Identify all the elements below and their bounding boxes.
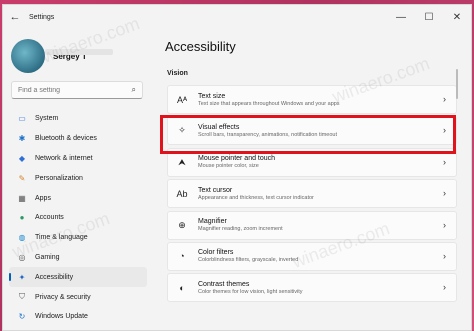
apps-icon: ▦ — [18, 193, 26, 203]
brush-icon: ✎ — [18, 173, 26, 183]
card-title: Color filters — [198, 249, 234, 257]
sidebar-item-label: Apps — [35, 194, 51, 202]
settings-window: ← Settings — ☐ ✕ Sergey T ⌕ ▭ System ✱ Blue… — [2, 4, 472, 331]
chevron-right-icon: › — [443, 282, 446, 293]
sidebar-item-bluetooth-devices[interactable]: ✱ Bluetooth & devices — [9, 129, 147, 149]
card-title: Text cursor — [198, 186, 233, 194]
setting-card-text-cursor[interactable]: Ab Text cursor Appearance and thickness, t… — [167, 179, 457, 209]
card-description: Color themes for low vision, light sensi… — [198, 288, 303, 295]
sidebar-item-network-internet[interactable]: ◆ Network & internet — [9, 149, 147, 169]
card-title: Magnifier — [198, 218, 227, 226]
sidebar-item-label: Bluetooth & devices — [35, 135, 97, 143]
setting-card-magnifier[interactable]: ⊕ Magnifier Magnifier reading, zoom increm… — [167, 210, 457, 240]
search-icon: ⌕ — [131, 85, 136, 94]
user-profile[interactable]: Sergey T — [11, 39, 87, 73]
settings-list: Aᴬ Text size Text size that appears throug… — [167, 85, 457, 305]
setting-card-mouse-pointer-and-touch[interactable]: ⮝ Mouse pointer and touch Mouse pointer co… — [167, 147, 457, 177]
text-size-icon: Aᴬ — [176, 94, 188, 105]
chevron-right-icon: › — [443, 125, 446, 136]
sidebar-item-label: Privacy & security — [35, 293, 91, 301]
card-description: Mouse pointer color, size — [198, 163, 259, 170]
gaming-icon: ◎ — [18, 252, 26, 262]
card-title: Mouse pointer and touch — [198, 155, 276, 163]
accounts-icon: ● — [19, 213, 25, 223]
sidebar-item-label: Time & language — [35, 234, 88, 242]
bluetooth-icon: ✱ — [18, 134, 26, 144]
close-button[interactable]: ✕ — [443, 5, 471, 29]
update-icon: ↻ — [18, 312, 26, 322]
scrollbar[interactable] — [456, 69, 458, 99]
sidebar-item-label: Windows Update — [35, 313, 88, 321]
card-description: Colorblindness filters, grayscale, inver… — [198, 257, 299, 264]
user-email-redacted — [45, 49, 113, 55]
avatar[interactable] — [11, 39, 45, 73]
chevron-right-icon: › — [443, 250, 446, 261]
chevron-right-icon: › — [443, 94, 446, 104]
color-filters-icon: ◔ — [179, 251, 185, 262]
sidebar-item-time-language[interactable]: ◍ Time & language — [9, 228, 147, 248]
globe-icon: ◍ — [18, 233, 26, 243]
card-title: Visual effects — [198, 123, 240, 131]
contrast-icon: ◐ — [179, 282, 185, 293]
chevron-right-icon: › — [443, 188, 446, 199]
sidebar-item-windows-update[interactable]: ↻ Windows Update — [9, 307, 147, 327]
main-content: Accessibility Vision Aᴬ Text size Text siz… — [163, 29, 461, 330]
card-description: Text size that appears throughout Window… — [198, 100, 340, 107]
chevron-right-icon: › — [443, 219, 446, 230]
maximize-button[interactable]: ☐ — [415, 5, 443, 29]
card-description: Appearance and thickness, text cursor in… — [198, 194, 314, 201]
card-title: Text size — [198, 92, 226, 100]
sidebar-nav: ▭ System ✱ Bluetooth & devices ◆ Network & in… — [9, 109, 147, 327]
sidebar-item-apps[interactable]: ▦ Apps — [9, 188, 147, 208]
text-cursor-icon: Ab — [176, 188, 188, 199]
section-heading: Vision — [167, 70, 188, 77]
setting-card-visual-effects[interactable]: ✧ Visual effects Scroll bars, transparency… — [167, 116, 457, 146]
sidebar-item-privacy-security[interactable]: ⛉ Privacy & security — [9, 287, 147, 307]
sidebar-item-label: System — [35, 115, 59, 123]
chevron-right-icon: › — [443, 156, 446, 167]
magnifier-icon: ⊕ — [178, 219, 186, 230]
sidebar-item-personalization[interactable]: ✎ Personalization — [9, 168, 147, 188]
sidebar-item-gaming[interactable]: ◎ Gaming — [9, 248, 147, 268]
title-bar: ← Settings — ☐ ✕ — [3, 5, 471, 29]
sidebar: Sergey T ⌕ ▭ System ✱ Bluetooth & devices ◆ N… — [3, 29, 153, 330]
card-title: Contrast themes — [198, 280, 250, 288]
sidebar-item-system[interactable]: ▭ System — [9, 109, 147, 129]
setting-card-color-filters[interactable]: ◔ Color filters Colorblindness filters, gr… — [167, 241, 457, 271]
page-title: Accessibility — [165, 39, 236, 54]
shield-icon: ⛉ — [19, 292, 25, 302]
setting-card-contrast-themes[interactable]: ◐ Contrast themes Color themes for low vis… — [167, 273, 457, 303]
setting-card-text-size[interactable]: Aᴬ Text size Text size that appears throug… — [167, 85, 457, 114]
sidebar-item-label: Network & internet — [35, 154, 93, 162]
search-box[interactable]: ⌕ — [11, 81, 143, 99]
back-arrow-icon[interactable]: ← — [3, 11, 27, 23]
app-title: Settings — [29, 13, 55, 21]
sidebar-item-accounts[interactable]: ● Accounts — [9, 208, 147, 228]
minimize-button[interactable]: — — [387, 5, 415, 29]
visual-effects-icon: ✧ — [178, 125, 186, 136]
sidebar-item-label: Personalization — [35, 174, 83, 182]
sidebar-item-accessibility[interactable]: ✦ Accessibility — [9, 267, 147, 288]
sidebar-item-label: Gaming — [35, 253, 60, 261]
mouse-pointer-icon: ⮝ — [178, 156, 186, 167]
system-icon: ▭ — [18, 114, 26, 124]
accessibility-icon: ✦ — [18, 272, 26, 282]
sidebar-item-label: Accounts — [35, 214, 64, 222]
search-input[interactable] — [18, 86, 118, 94]
network-icon: ◆ — [18, 153, 26, 163]
sidebar-item-label: Accessibility — [35, 273, 74, 281]
card-description: Scroll bars, transparency, animations, n… — [198, 131, 337, 138]
card-description: Magnifier reading, zoom increment — [198, 226, 283, 233]
